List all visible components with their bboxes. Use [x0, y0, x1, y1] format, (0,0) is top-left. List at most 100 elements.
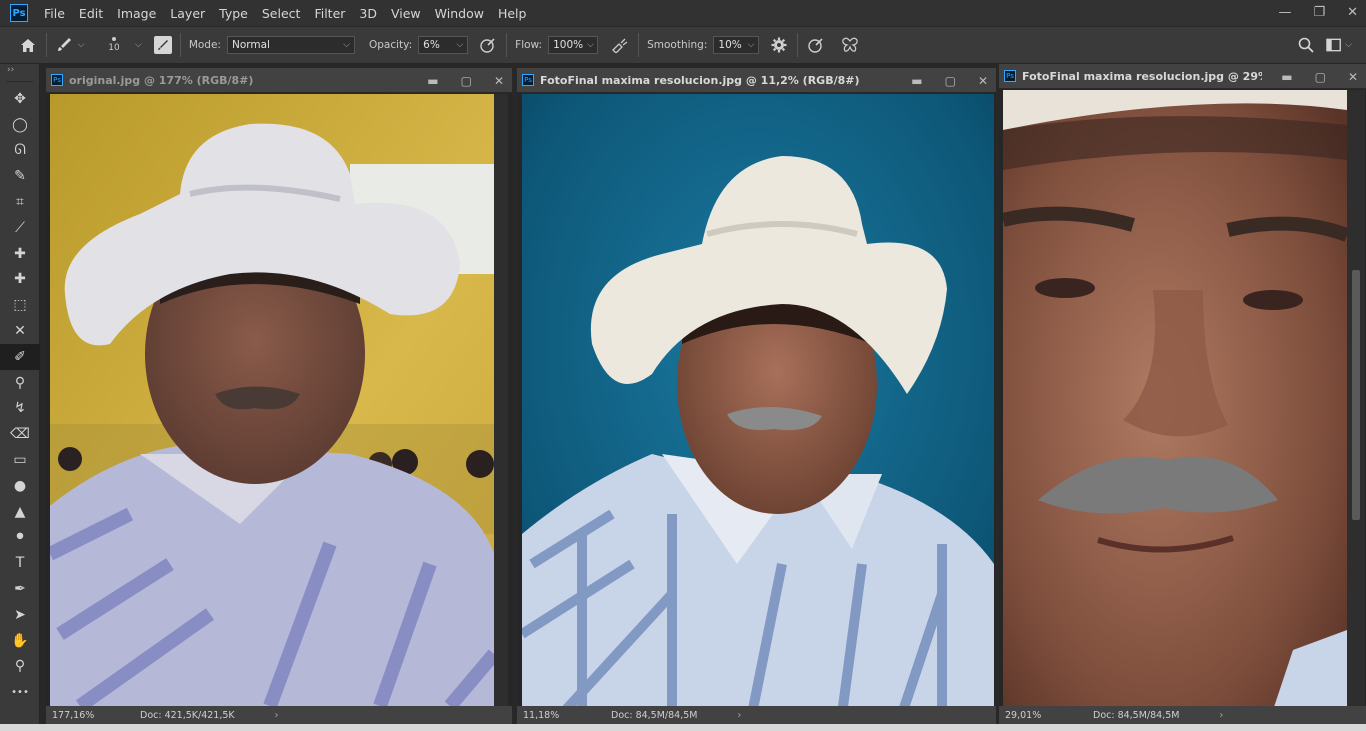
chevron-down-icon[interactable]: ⌵: [135, 40, 142, 50]
menu-file[interactable]: File: [44, 6, 65, 21]
restore-app-button[interactable]: ❐: [1313, 5, 1325, 20]
close-doc-button[interactable]: ✕: [494, 74, 504, 88]
opacity-label: Opacity:: [368, 39, 413, 51]
more-tools[interactable]: •••: [0, 679, 40, 705]
spot-healing-tool[interactable]: ✚: [0, 241, 40, 267]
maximize-doc-button[interactable]: ▢: [1315, 70, 1326, 84]
minimize-doc-button[interactable]: ▬: [1281, 70, 1292, 84]
vertical-scrollbar[interactable]: [494, 94, 508, 706]
menu-type[interactable]: Type: [219, 6, 248, 21]
document-window-original: Ps original.jpg @ 177% (RGB/8#) ▬ ▢ ✕ 17…: [46, 68, 512, 724]
menu-view[interactable]: View: [391, 6, 421, 21]
gear-icon[interactable]: [769, 37, 789, 53]
menu-select[interactable]: Select: [262, 6, 301, 21]
menu-3d[interactable]: 3D: [359, 6, 377, 21]
menu-window[interactable]: Window: [435, 6, 484, 21]
chevron-down-icon: ⌵: [1345, 40, 1352, 50]
status-menu-arrow-icon[interactable]: ›: [737, 710, 741, 721]
workspace-switcher-icon[interactable]: ⌵: [1326, 38, 1352, 52]
symmetry-butterfly-icon[interactable]: [840, 37, 860, 53]
smoothing-field[interactable]: 10% ⌵: [713, 36, 760, 54]
move-tool[interactable]: ✥: [0, 86, 40, 112]
document-tab[interactable]: Ps FotoFinal maxima resolucion.jpg @ 29%…: [999, 64, 1366, 89]
minimize-doc-button[interactable]: ▬: [911, 74, 922, 88]
maximize-doc-button[interactable]: ▢: [461, 74, 472, 88]
crop-tool[interactable]: ⌗: [0, 189, 40, 215]
clone-stamp-tool[interactable]: ⚲: [0, 370, 40, 396]
zoom-level[interactable]: 29,01%: [1005, 710, 1075, 721]
close-doc-button[interactable]: ✕: [1348, 70, 1358, 84]
menu-bar: Ps File Edit Image Layer Type Select Fil…: [0, 0, 1366, 26]
zoom-level[interactable]: 11,18%: [523, 710, 593, 721]
zoom-level[interactable]: 177,16%: [52, 710, 122, 721]
minimize-doc-button[interactable]: ▬: [427, 74, 438, 88]
document-tab[interactable]: Ps original.jpg @ 177% (RGB/8#) ▬ ▢ ✕: [46, 68, 512, 93]
canvas-original[interactable]: [50, 94, 494, 706]
quick-selection-icon: ✎: [14, 168, 26, 185]
vertical-scrollbar[interactable]: [1347, 90, 1365, 710]
document-title: FotoFinal maxima resolucion.jpg @ 11,2% …: [540, 73, 860, 87]
healing-brush-icon: ✚: [14, 271, 26, 288]
brush-dot-icon: [112, 37, 116, 41]
close-app-button[interactable]: ✕: [1347, 5, 1358, 20]
document-window-final-11: Ps FotoFinal maxima resolucion.jpg @ 11,…: [517, 68, 996, 724]
elliptical-marquee-tool[interactable]: ◯: [0, 112, 40, 138]
menu-filter[interactable]: Filter: [314, 6, 345, 21]
chevron-down-icon: ⌵: [343, 40, 350, 50]
status-menu-arrow-icon[interactable]: ›: [275, 710, 279, 721]
path-selection-tool[interactable]: ➤: [0, 602, 40, 628]
patch-tool[interactable]: ⬚: [0, 292, 40, 318]
mode-select[interactable]: Normal ⌵: [226, 36, 355, 54]
search-icon[interactable]: [1297, 37, 1315, 53]
document-title: original.jpg @ 177% (RGB/8#): [69, 73, 254, 87]
flow-field[interactable]: 100% ⌵: [548, 36, 599, 54]
status-menu-arrow-icon[interactable]: ›: [1219, 710, 1223, 721]
zoom-icon: ⚲: [14, 658, 26, 675]
patch-icon: ⬚: [13, 297, 27, 314]
collapse-panel-icon[interactable]: ››: [0, 64, 39, 76]
brush-preset-picker[interactable]: ⌵: [55, 37, 85, 53]
blur-tool[interactable]: ●: [0, 473, 40, 499]
photoshop-logo: Ps: [10, 4, 28, 22]
home-icon[interactable]: [18, 38, 38, 53]
menu-edit[interactable]: Edit: [79, 6, 103, 21]
dodge-tool[interactable]: ⚫: [0, 525, 40, 551]
eyedropper-tool[interactable]: ⟋: [0, 215, 40, 241]
quick-selection-tool[interactable]: ✎: [0, 163, 40, 189]
eraser-tool[interactable]: ⌫: [0, 421, 40, 447]
sharpen-tool[interactable]: ▲: [0, 499, 40, 525]
airbrush-icon[interactable]: [610, 37, 630, 53]
opacity-field[interactable]: 6% ⌵: [418, 36, 469, 54]
zoom-tool[interactable]: ⚲: [0, 654, 40, 680]
minimize-app-button[interactable]: —: [1278, 5, 1291, 20]
hand-icon: ✋: [11, 632, 29, 649]
menu-help[interactable]: Help: [498, 6, 527, 21]
flow-value: 100%: [553, 39, 584, 51]
document-tab[interactable]: Ps FotoFinal maxima resolucion.jpg @ 11,…: [517, 68, 996, 93]
scroll-thumb[interactable]: [1352, 270, 1360, 520]
hand-tool[interactable]: ✋: [0, 628, 40, 654]
crop-icon: ⌗: [16, 194, 24, 211]
maximize-doc-button[interactable]: ▢: [945, 74, 956, 88]
pressure-opacity-icon[interactable]: [478, 36, 498, 54]
brush-settings-panel-icon[interactable]: [153, 36, 172, 54]
pressure-size-icon[interactable]: [806, 36, 826, 54]
elliptical-marquee-icon: ◯: [12, 116, 28, 133]
content-aware-move-tool[interactable]: ✕: [0, 318, 40, 344]
brush-tool[interactable]: ✐: [0, 343, 40, 370]
type-tool[interactable]: T: [0, 550, 40, 576]
pen-tool[interactable]: ✒: [0, 576, 40, 602]
lasso-tool[interactable]: ᘏ: [0, 138, 40, 164]
canvas-final-29[interactable]: [1003, 90, 1347, 710]
menu-image[interactable]: Image: [117, 6, 156, 21]
eyedropper-icon: ⟋: [15, 219, 25, 236]
healing-brush-tool[interactable]: ✚: [0, 267, 40, 293]
menu-layer[interactable]: Layer: [170, 6, 205, 21]
gradient-tool[interactable]: ▭: [0, 447, 40, 473]
brush-size-indicator[interactable]: 10: [97, 37, 131, 53]
mode-value: Normal: [231, 39, 270, 51]
doc-size-info: Doc: 421,5K/421,5K: [140, 709, 235, 721]
canvas-final-11[interactable]: [522, 94, 994, 714]
close-doc-button[interactable]: ✕: [978, 74, 988, 88]
history-brush-tool[interactable]: ↯: [0, 396, 40, 422]
